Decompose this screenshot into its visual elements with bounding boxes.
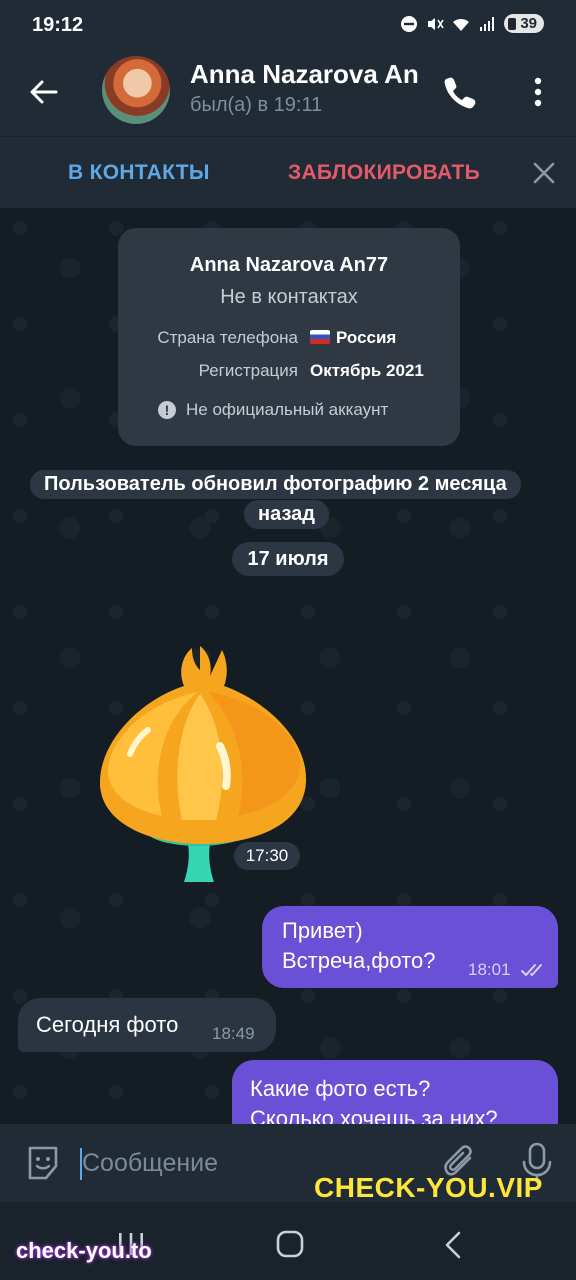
sticker-timestamp: 17:30: [234, 842, 300, 870]
message-text-line: Сколько хочешь за них?: [250, 1106, 498, 1124]
message-text-line: Сегодня фото: [36, 1012, 179, 1037]
avatar[interactable]: [102, 56, 170, 124]
add-contact-button[interactable]: В КОНТАКТЫ: [68, 161, 210, 185]
close-icon[interactable]: [530, 159, 558, 187]
contact-name[interactable]: Anna Nazarova An: [190, 59, 426, 90]
status-bar: 19:12 39: [0, 0, 576, 52]
incoming-message[interactable]: Сегодня фото 18:49: [18, 998, 276, 1052]
outgoing-message[interactable]: Какие фото есть? Сколько хочешь за них?: [232, 1060, 558, 1124]
wifi-icon: [453, 18, 470, 31]
info-exclamation-icon: !: [158, 401, 176, 419]
chat-area[interactable]: Anna Nazarova An77 Не в контактах Страна…: [0, 208, 576, 1124]
outgoing-message[interactable]: Привет) Встреча,фото? 18:01: [262, 906, 558, 988]
phone-icon[interactable]: [440, 72, 480, 112]
mute-icon: [428, 17, 444, 30]
watermark-check-you-vip: CHECK-YOU.VIP: [314, 1172, 543, 1203]
unofficial-account-note: ! Не официальный аккаунт: [158, 400, 388, 420]
back-arrow-icon[interactable]: [26, 74, 62, 110]
message-time: 18:49: [212, 1024, 255, 1043]
user-info-card: Anna Nazarova An77 Не в контактах Страна…: [118, 228, 460, 446]
country-value-text: Россия: [336, 328, 397, 347]
watermark-check-you-to: check-you.to: [16, 1238, 152, 1263]
registration-label: Регистрация: [198, 361, 298, 380]
chat-header: Anna Nazarova An был(а) в 19:11: [0, 52, 576, 136]
russia-flag-icon: [310, 330, 330, 344]
battery-indicator: 39: [504, 14, 544, 33]
home-icon[interactable]: [276, 1230, 304, 1258]
message-text-line: Какие фото есть?: [250, 1076, 431, 1101]
dnd-icon: [401, 15, 418, 32]
message-input[interactable]: Сообщение: [82, 1149, 218, 1178]
info-card-status: Не в контактах: [220, 286, 358, 308]
country-value: Россия: [310, 328, 396, 348]
signal-icon: [480, 16, 495, 31]
system-back-icon[interactable]: [442, 1230, 464, 1260]
service-message-line2: назад: [244, 500, 329, 529]
registration-value: Октябрь 2021: [310, 361, 424, 380]
double-check-icon: [521, 964, 542, 977]
message-text-line: Встреча,фото?: [282, 948, 436, 973]
status-time: 19:12: [32, 14, 84, 36]
message-time: 18:01: [468, 960, 511, 979]
sticker-emoji-icon[interactable]: [24, 1144, 62, 1182]
block-user-button[interactable]: ЗАБЛОКИРОВАТЬ: [288, 161, 480, 185]
message-text-line: Привет): [282, 918, 363, 943]
note-text: Не официальный аккаунт: [186, 400, 389, 419]
status-icons: 39: [400, 14, 544, 33]
date-separator: 17 июля: [232, 542, 344, 576]
info-card-name: Anna Nazarova An77: [189, 254, 389, 276]
more-vertical-icon[interactable]: [520, 72, 556, 112]
last-seen-status: был(а) в 19:11: [190, 94, 323, 116]
contact-action-bar: В КОНТАКТЫ ЗАБЛОКИРОВАТЬ: [0, 136, 576, 208]
country-label: Страна телефона: [157, 328, 298, 347]
service-message-line1: Пользователь обновил фотографию 2 месяца: [30, 470, 521, 499]
